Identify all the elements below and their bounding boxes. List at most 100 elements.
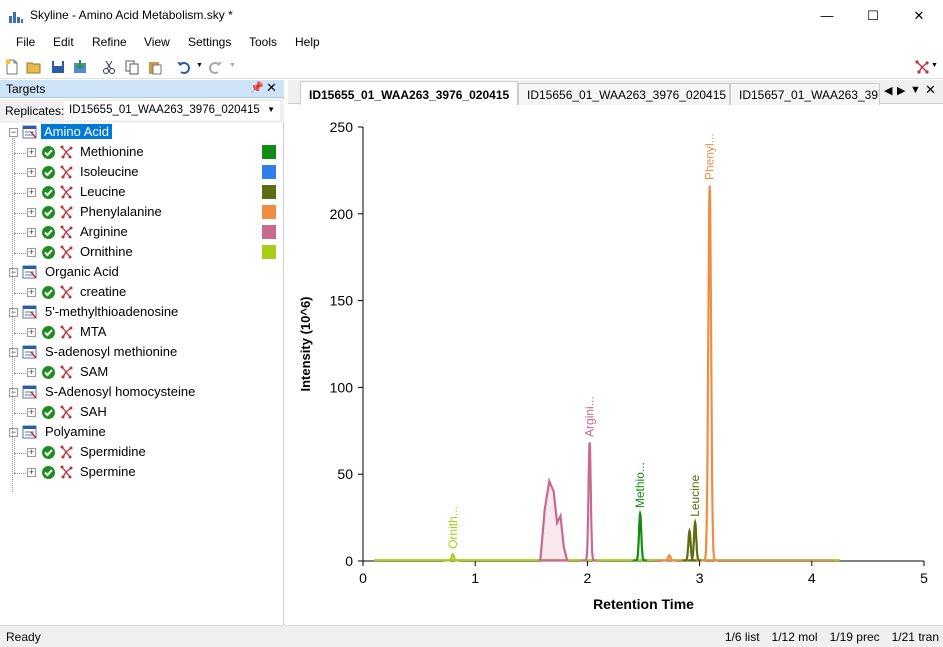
menu-settings[interactable]: Settings [188,35,231,49]
new-file-icon[interactable] [4,59,20,75]
tab-scroll-right-icon[interactable]: ▶ [897,84,905,97]
expand-molecule-icon[interactable]: + [27,168,36,177]
expand-molecule-icon[interactable]: + [27,148,36,157]
close-button[interactable]: ✕ [896,0,942,31]
undo-dropdown-icon[interactable]: ▼ [196,62,203,69]
molecule-list-icon [22,305,38,319]
tab-replicate-1[interactable]: ID15655_01_WAA263_3976_020415 [300,81,518,105]
group-label[interactable]: Organic Acid [45,264,119,279]
expand-molecule-icon[interactable]: + [27,468,36,477]
molecule-label[interactable]: Methionine [80,144,144,159]
y-tick-label: 50 [337,466,353,482]
expand-molecule-icon[interactable]: + [27,188,36,197]
expand-molecule-icon[interactable]: + [27,228,36,237]
expand-molecule-icon[interactable]: + [27,448,36,457]
redo-dropdown-icon[interactable]: ▼ [229,62,236,69]
pin-icon[interactable]: 📌 [250,81,264,94]
peak-ok-icon [42,146,55,159]
expand-group-icon[interactable]: − [9,388,18,397]
menu-file[interactable]: File [16,35,35,49]
molecule-label[interactable]: Phenylalanine [80,204,162,219]
peak-label: Methio... [633,462,647,508]
tab-replicate-3[interactable]: ID15657_01_WAA263_397 [730,83,880,105]
tree-connector [14,153,26,154]
menu-tools[interactable]: Tools [249,35,277,49]
tree-connector [14,193,26,194]
chromatogram-panel: ID15655_01_WAA263_3976_020415 ID15656_01… [288,80,943,625]
tree-connector [14,413,26,414]
expand-molecule-icon[interactable]: + [27,368,36,377]
expand-group-icon[interactable]: − [9,428,18,437]
maximize-button[interactable]: ☐ [850,0,896,31]
molecule-list-icon [22,345,38,359]
molecule-label[interactable]: SAH [80,404,107,419]
molecule-label[interactable]: Leucine [80,184,126,199]
mode-dropdown-icon[interactable]: ▼ [931,62,938,69]
peak-ok-icon [42,226,55,239]
chromatogram-chart[interactable]: 0 50 100 150 200 250 0 1 2 3 4 5 Retention Time Inten… [288,105,943,625]
expand-molecule-icon[interactable]: + [27,248,36,257]
group-label[interactable]: Polyamine [45,424,106,439]
peak-ok-icon [42,326,55,339]
molecule-label[interactable]: Arginine [80,224,128,239]
save-icon[interactable] [50,59,66,75]
molecule-label[interactable]: Ornithine [80,244,133,259]
expand-molecule-icon[interactable]: + [27,208,36,217]
group-label[interactable]: S-Adenosyl homocysteine [45,384,195,399]
tree-connector [14,453,26,454]
group-label[interactable]: Amino Acid [41,124,113,139]
peak-ok-icon [42,166,55,179]
unlabeled-peak [537,477,569,563]
x-tick-label: 4 [808,570,816,586]
group-label[interactable]: 5'-methylthioadenosine [45,304,178,319]
open-folder-icon[interactable] [26,59,42,75]
menu-view[interactable]: View [144,35,170,49]
import-icon[interactable] [72,59,88,75]
expand-group-icon[interactable]: − [9,348,18,357]
y-tick-label: 200 [330,206,354,222]
molecule-label[interactable]: Isoleucine [80,164,139,179]
expand-group-icon[interactable]: − [9,128,18,137]
expand-group-icon[interactable]: − [9,308,18,317]
molecule-label[interactable]: Spermidine [80,444,146,459]
expand-molecule-icon[interactable]: + [27,288,36,297]
expand-group-icon[interactable]: − [9,268,18,277]
tab-scroll-left-icon[interactable]: ◀ [884,84,892,97]
peak-ok-icon [42,466,55,479]
toolbar: ▼ ▼ ▼ [0,55,943,79]
status-ready: Ready [6,630,41,644]
undo-icon[interactable] [176,59,192,75]
menu-refine[interactable]: Refine [92,35,127,49]
molecule-label[interactable]: SAM [80,364,108,379]
molecule-mode-icon[interactable] [914,59,930,75]
y-tick-label: 250 [330,119,354,135]
cut-icon[interactable] [101,59,117,75]
molecule-label[interactable]: MTA [80,324,106,339]
tab-replicate-2[interactable]: ID15656_01_WAA263_3976_020415 [518,83,730,105]
color-swatch [262,245,276,259]
tab-close-icon[interactable]: ✕ [925,82,936,98]
color-swatch [262,185,276,199]
redo-icon[interactable] [207,59,223,75]
menu-help[interactable]: Help [295,35,320,49]
replicates-dropdown[interactable]: ID15655_01_WAA263_3976_020415 ▼ [64,101,280,120]
copy-icon[interactable] [124,59,140,75]
menu-edit[interactable]: Edit [53,35,74,49]
tree-connector [14,233,26,234]
expand-molecule-icon[interactable]: + [27,328,36,337]
group-label[interactable]: S-adenosyl methionine [45,344,177,359]
molecule-label[interactable]: Spermine [80,464,136,479]
tree-connector [14,278,15,293]
tab-list-icon[interactable]: ▼ [910,84,921,96]
targets-tree[interactable]: − Amino Acid + Methionine + Isoleucine + Leucin… [0,123,284,543]
expand-molecule-icon[interactable]: + [27,408,36,417]
minimize-icon: — [820,8,834,23]
peak-label: Leucine [688,474,702,516]
chevron-down-icon: ▼ [267,105,275,114]
molecule-label[interactable]: creatine [80,284,126,299]
minimize-button[interactable]: — [804,0,850,31]
panel-close-icon[interactable]: ✕ [266,80,277,96]
tree-root-connector [12,138,13,492]
paste-icon[interactable] [147,59,163,75]
molecule-list-icon [22,265,38,279]
